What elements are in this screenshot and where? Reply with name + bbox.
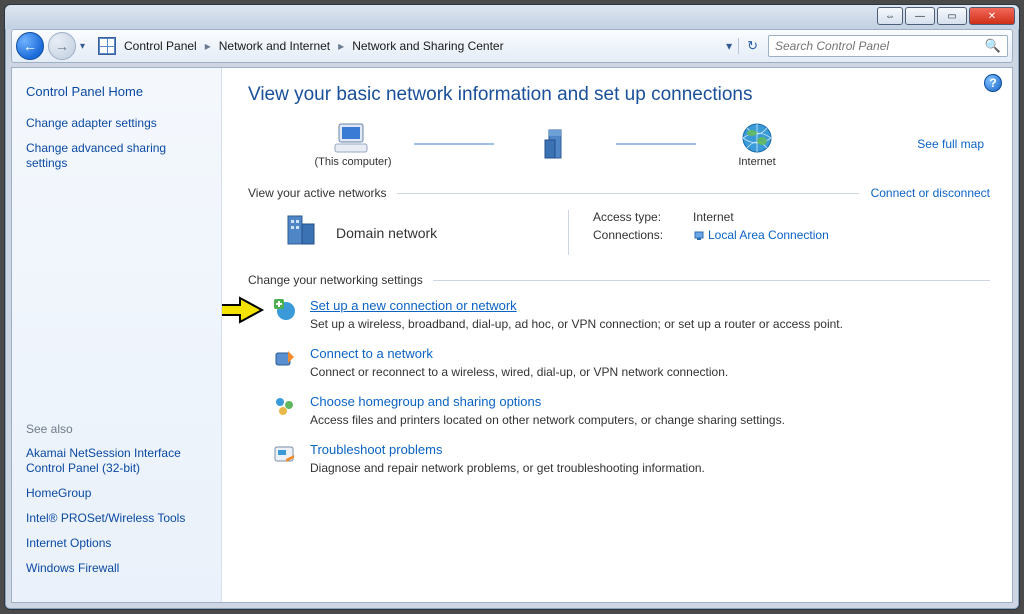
section-title: View your active networks [248,186,387,200]
map-node-internet[interactable]: Internet [702,120,812,168]
map-connector [414,143,494,145]
connect-disconnect-link[interactable]: Connect or disconnect [871,186,990,200]
active-networks-header: View your active networks Connect or dis… [248,186,990,200]
arrow-left-icon: ← [23,38,37,54]
domain-network-icon [282,210,322,255]
network-map: (This computer) Internet See full map [298,120,990,168]
breadcrumb: Control Panel ▸ Network and Internet ▸ N… [120,39,508,53]
task-list: Set up a new connection or network Set u… [248,297,990,475]
address-dropdown[interactable]: ▾ [726,39,732,53]
extra-button[interactable]: ⇔ [877,7,903,25]
task-desc: Connect or reconnect to a wireless, wire… [310,365,728,379]
access-type-value: Internet [693,210,734,224]
homegroup-icon [272,393,298,419]
seealso-homegroup[interactable]: HomeGroup [26,486,207,501]
sidebar-link-advanced-sharing[interactable]: Change advanced sharing settings [26,141,207,171]
page-title: View your basic network information and … [248,84,990,106]
task-desc: Diagnose and repair network problems, or… [310,461,705,475]
minimize-button[interactable]: — [905,7,935,25]
history-dropdown[interactable]: ▾ [80,41,94,52]
side-pane: Control Panel Home Change adapter settin… [12,68,222,602]
task-connect-network[interactable]: Connect to a network Connect or reconnec… [272,345,990,379]
main-pane: ? View your basic network information an… [222,68,1012,602]
task-desc: Set up a wireless, broadband, dial-up, a… [310,317,843,331]
seealso-intel-proset[interactable]: Intel® PROSet/Wireless Tools [26,511,207,526]
network-name[interactable]: Domain network [336,225,437,241]
connections-label: Connections: [593,228,683,242]
access-type-label: Access type: [593,210,683,224]
see-full-map-link[interactable]: See full map [917,137,990,151]
crumb-network-sharing-center[interactable]: Network and Sharing Center [348,39,507,53]
address-bar: ← → ▾ Control Panel ▸ Network and Intern… [11,29,1013,63]
search-icon[interactable]: 🔍 [985,38,1001,54]
content-area: Control Panel Home Change adapter settin… [11,67,1013,603]
control-panel-icon [98,37,116,55]
refresh-button[interactable]: ↻ [738,38,758,54]
connection-link[interactable]: Local Area Connection [708,228,829,242]
lan-icon [693,230,705,242]
chevron-right-icon[interactable]: ▸ [334,39,348,53]
task-homegroup-sharing[interactable]: Choose homegroup and sharing options Acc… [272,393,990,427]
task-link[interactable]: Choose homegroup and sharing options [310,394,541,409]
connect-network-icon [272,345,298,371]
task-troubleshoot[interactable]: Troubleshoot problems Diagnose and repai… [272,441,990,475]
task-setup-connection[interactable]: Set up a new connection or network Set u… [272,297,990,331]
maximize-button[interactable]: ▭ [937,7,967,25]
node-label: (This computer) [314,156,391,168]
task-link[interactable]: Troubleshoot problems [310,442,442,457]
map-node-gateway[interactable] [500,126,610,162]
crumb-control-panel[interactable]: Control Panel [120,39,201,53]
forward-button[interactable]: → [48,32,76,60]
close-button[interactable]: ✕ [969,7,1015,25]
control-panel-home-link[interactable]: Control Panel Home [26,84,207,100]
node-label: Internet [738,156,775,168]
globe-icon [735,120,779,156]
troubleshoot-icon [272,441,298,467]
window-frame: ⇔ — ▭ ✕ ← → ▾ Control Panel ▸ Network an… [4,4,1020,610]
search-box[interactable]: 🔍 [768,35,1008,57]
map-connector [616,143,696,145]
highlight-arrow-icon [222,295,266,330]
task-desc: Access files and printers located on oth… [310,413,785,427]
see-also-header: See also [26,422,207,436]
arrow-right-icon: → [55,38,69,54]
seealso-akamai[interactable]: Akamai NetSession Interface Control Pane… [26,446,207,476]
titlebar: ⇔ — ▭ ✕ [5,5,1019,29]
server-icon [533,126,577,162]
chevron-right-icon[interactable]: ▸ [201,39,215,53]
section-title: Change your networking settings [248,273,423,287]
computer-icon [331,120,375,156]
active-network-row: Domain network Access type: Internet Conn… [248,210,990,255]
map-node-this-computer[interactable]: (This computer) [298,120,408,168]
sidebar-link-adapter[interactable]: Change adapter settings [26,116,207,131]
setup-connection-icon [272,297,298,323]
task-link[interactable]: Connect to a network [310,346,433,361]
seealso-windows-firewall[interactable]: Windows Firewall [26,561,207,576]
crumb-network-and-internet[interactable]: Network and Internet [215,39,334,53]
search-input[interactable] [775,39,985,53]
change-settings-header: Change your networking settings [248,273,990,287]
seealso-internet-options[interactable]: Internet Options [26,536,207,551]
task-link[interactable]: Set up a new connection or network [310,298,517,313]
back-button[interactable]: ← [16,32,44,60]
help-icon[interactable]: ? [984,74,1002,92]
